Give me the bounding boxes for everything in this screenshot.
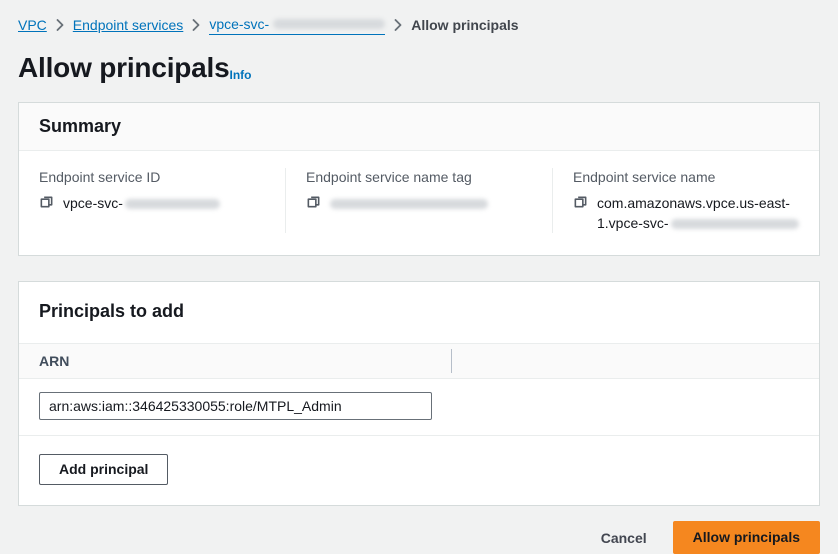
- page-title: Allow principals: [18, 52, 230, 84]
- allow-principals-button[interactable]: Allow principals: [673, 521, 820, 554]
- redacted-text: [671, 219, 799, 229]
- endpoint-service-name-value: com.amazonaws.vpce.us-east-1.vpce-svc-: [597, 193, 799, 233]
- redacted-text: [125, 199, 220, 209]
- redacted-text: [330, 199, 488, 209]
- breadcrumb-service-id-prefix: vpce-svc-: [209, 15, 269, 33]
- summary-body: Endpoint service ID vpce-svc- Endpoint s…: [19, 151, 819, 255]
- summary-field-endpoint-service-name: Endpoint service name com.amazonaws.vpce…: [552, 168, 819, 233]
- column-divider: [451, 349, 452, 373]
- endpoint-service-name-tag-value: [330, 193, 488, 213]
- principals-to-add-card: Principals to add ARN Add principal: [18, 281, 820, 506]
- summary-title: Summary: [39, 116, 799, 137]
- breadcrumb: VPC Endpoint services vpce-svc- Allow pr…: [18, 0, 820, 35]
- summary-card: Summary Endpoint service ID vpce-svc- En…: [18, 102, 820, 256]
- summary-field-endpoint-service-name-tag: Endpoint service name tag: [285, 168, 552, 233]
- footer-actions: Cancel Allow principals: [18, 506, 820, 554]
- info-link[interactable]: Info: [230, 68, 252, 82]
- field-value: com.amazonaws.vpce.us-east-1.vpce-svc-: [573, 193, 799, 233]
- page-title-row: Allow principals Info: [18, 52, 820, 84]
- copy-icon[interactable]: [573, 193, 588, 209]
- copy-icon[interactable]: [39, 193, 54, 209]
- arn-input-row: [19, 379, 819, 436]
- add-principal-button[interactable]: Add principal: [39, 454, 168, 485]
- copy-icon[interactable]: [306, 193, 321, 209]
- field-value: [306, 193, 532, 213]
- breadcrumb-current: Allow principals: [411, 16, 518, 34]
- add-principal-row: Add principal: [19, 436, 819, 505]
- summary-field-endpoint-service-id: Endpoint service ID vpce-svc-: [19, 168, 285, 233]
- cancel-button[interactable]: Cancel: [601, 529, 647, 547]
- chevron-right-icon: [56, 19, 64, 31]
- redacted-text: [273, 19, 385, 29]
- arn-column-header: ARN: [39, 353, 69, 369]
- principals-card-header: Principals to add: [19, 282, 819, 343]
- field-value: vpce-svc-: [39, 193, 265, 213]
- breadcrumb-vpc[interactable]: VPC: [18, 16, 47, 34]
- field-label: Endpoint service ID: [39, 168, 265, 186]
- arn-input[interactable]: [39, 392, 432, 420]
- endpoint-service-id-value: vpce-svc-: [63, 193, 220, 213]
- principals-title: Principals to add: [39, 301, 799, 322]
- breadcrumb-endpoint-services[interactable]: Endpoint services: [73, 16, 184, 34]
- chevron-right-icon: [394, 19, 402, 31]
- summary-card-header: Summary: [19, 103, 819, 151]
- field-label: Endpoint service name: [573, 168, 799, 186]
- chevron-right-icon: [192, 19, 200, 31]
- allow-principals-page: VPC Endpoint services vpce-svc- Allow pr…: [0, 0, 838, 554]
- field-label: Endpoint service name tag: [306, 168, 532, 186]
- arn-column-header-row: ARN: [19, 343, 819, 379]
- breadcrumb-endpoint-service-id[interactable]: vpce-svc-: [209, 15, 385, 35]
